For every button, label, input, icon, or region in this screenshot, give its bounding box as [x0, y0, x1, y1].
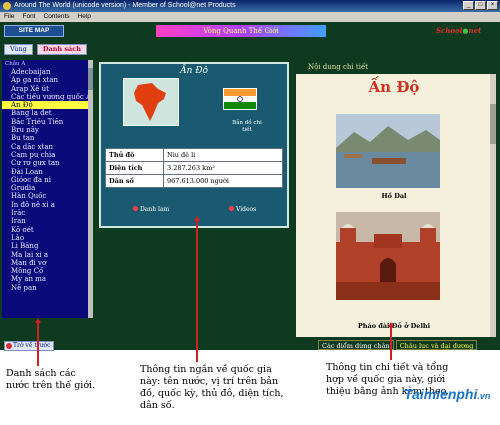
table-row: Diện tích 3.287.263 km² [105, 161, 283, 175]
tab-continents[interactable]: Châu lục và đại dương [395, 340, 478, 350]
video-icon [229, 206, 234, 211]
list-item[interactable]: Đài Loan [2, 168, 88, 176]
scroll-thumb[interactable] [490, 104, 496, 144]
list-item[interactable]: Iran [2, 217, 88, 225]
watermark-logo: Taimienphi.vn [404, 386, 491, 402]
back-icon [6, 343, 12, 349]
table-row: Dân số 967.613.000 người [105, 174, 283, 188]
country-summary-panel: Ấn Độ Bản đồ chi tiết Thủ đô Niu đê li D… [99, 62, 289, 228]
list-item[interactable]: Bru nây [2, 126, 88, 134]
annotation-arrow [37, 322, 39, 366]
minimize-button[interactable]: _ [463, 1, 474, 10]
photo-caption: Pháo đài Đỏ ở Delhi [357, 322, 431, 330]
back-button[interactable]: Trở về trước [4, 341, 54, 351]
app-window: SITE MAP Vòng Quanh Thế Giới School●net … [0, 22, 500, 351]
list-tabs: Vùng Danh sách [4, 44, 87, 55]
list-item[interactable]: Các tiểu vương quốc Ar [2, 93, 88, 101]
list-scrollbar[interactable] [88, 60, 93, 318]
country-list-panel: Vùng Danh sách Châu Á Adecbaijan Ap ga ni… [0, 40, 94, 342]
list-item[interactable]: Li Băng [2, 242, 88, 250]
list-header: Châu Á [5, 61, 26, 67]
tab-stops[interactable]: Các điểm dừng chân [318, 340, 394, 350]
list-item[interactable]: Arap Xê út [2, 85, 88, 93]
bottom-tabs: Các điểm dừng chân Châu lục và đại dương [318, 340, 478, 350]
banner-title: Vòng Quanh Thế Giới [156, 25, 326, 37]
annotation-arrow [390, 326, 392, 360]
app-icon [3, 2, 11, 10]
list-item[interactable]: Hàn Quốc [2, 192, 88, 200]
lake-photo [336, 114, 440, 188]
list-item[interactable]: Ấn Độ [2, 101, 88, 110]
landmarks-link[interactable]: Danh lam [133, 206, 169, 214]
list-item[interactable]: Ma lai xi a [2, 251, 88, 259]
country-list[interactable]: Châu Á Adecbaijan Ap ga ni xtan Arap Xê út… [2, 60, 88, 318]
menu-help[interactable]: Help [78, 12, 91, 22]
list-item[interactable]: Bắc Triều Tiên [2, 118, 88, 126]
window-controls: _ □ × [463, 1, 498, 10]
menu-file[interactable]: File [4, 12, 14, 22]
arrow-head-icon [35, 318, 41, 323]
country-info-table: Thủ đô Niu đê li Diện tích 3.287.263 km²… [105, 148, 283, 188]
maximize-button[interactable]: □ [475, 1, 486, 10]
arrow-head-icon [194, 216, 200, 221]
arrow-head-icon [388, 322, 394, 327]
toolbar: SITE MAP Vòng Quanh Thế Giới School●net [0, 22, 500, 40]
list-item[interactable]: Cư rơ gưx tan [2, 159, 88, 167]
menu-contents[interactable]: Contents [44, 12, 70, 22]
detail-scrollbar[interactable] [490, 74, 496, 337]
menu-bar: File Font Contents Help [0, 12, 500, 22]
list-item[interactable]: Grudia [2, 184, 88, 192]
detail-map-link[interactable]: Bản đồ chi tiết [227, 120, 267, 134]
photo-caption: Hồ Dal [381, 192, 407, 200]
fort-photo [336, 212, 440, 300]
list-item[interactable]: Ap ga ni xtan [2, 76, 88, 84]
list-item[interactable]: Nê pan [2, 284, 88, 292]
title-bar: Around The World (unicode version) - Mem… [0, 0, 500, 12]
list-item[interactable]: In đô nê xi a [2, 201, 88, 209]
landmarks-icon [133, 206, 138, 211]
annotation-center: Thông tin ngắn về quốc gia này: tên nước… [140, 364, 284, 411]
list-item[interactable]: Lào [2, 234, 88, 242]
list-item[interactable]: Kô oét [2, 226, 88, 234]
detail-title: Ấn Độ [368, 78, 420, 96]
list-item[interactable]: Ca dắc xtan [2, 143, 88, 151]
list-item[interactable]: My an ma [2, 275, 88, 283]
table-row: Thủ đô Niu đê li [105, 148, 283, 162]
list-item[interactable]: Băng la đet [2, 109, 88, 117]
country-map[interactable] [123, 78, 179, 126]
window-title: Around The World (unicode version) - Mem… [14, 2, 236, 9]
list-item[interactable]: Adecbaijan [2, 68, 88, 76]
videos-link[interactable]: Videos [229, 206, 256, 214]
detail-header: Nội dung chi tiết [296, 60, 496, 74]
brand-logo: School●net [436, 26, 482, 35]
list-item[interactable]: Irắc [2, 209, 88, 217]
list-item[interactable]: Cam pu chia [2, 151, 88, 159]
list-item[interactable]: Gióoc đa ni [2, 176, 88, 184]
list-item[interactable]: Mông Cổ [2, 267, 88, 275]
annotation-left: Danh sách các nước trên thế giới. [6, 368, 96, 391]
menu-font[interactable]: Font [22, 12, 35, 22]
country-flag [223, 88, 257, 110]
tab-list[interactable]: Danh sách [36, 44, 87, 55]
detail-panel: Nội dung chi tiết Ấn Độ Hồ Dal Pháo đài … [296, 60, 496, 337]
country-title: Ấn Độ [180, 66, 208, 76]
close-button[interactable]: × [487, 1, 498, 10]
sitemap-button[interactable]: SITE MAP [4, 25, 64, 37]
list-item[interactable]: Man đi vơ [2, 259, 88, 267]
scroll-thumb[interactable] [88, 68, 93, 90]
list-item[interactable]: Bu tan [2, 134, 88, 142]
tab-region[interactable]: Vùng [4, 44, 33, 55]
annotation-arrow [196, 220, 198, 362]
